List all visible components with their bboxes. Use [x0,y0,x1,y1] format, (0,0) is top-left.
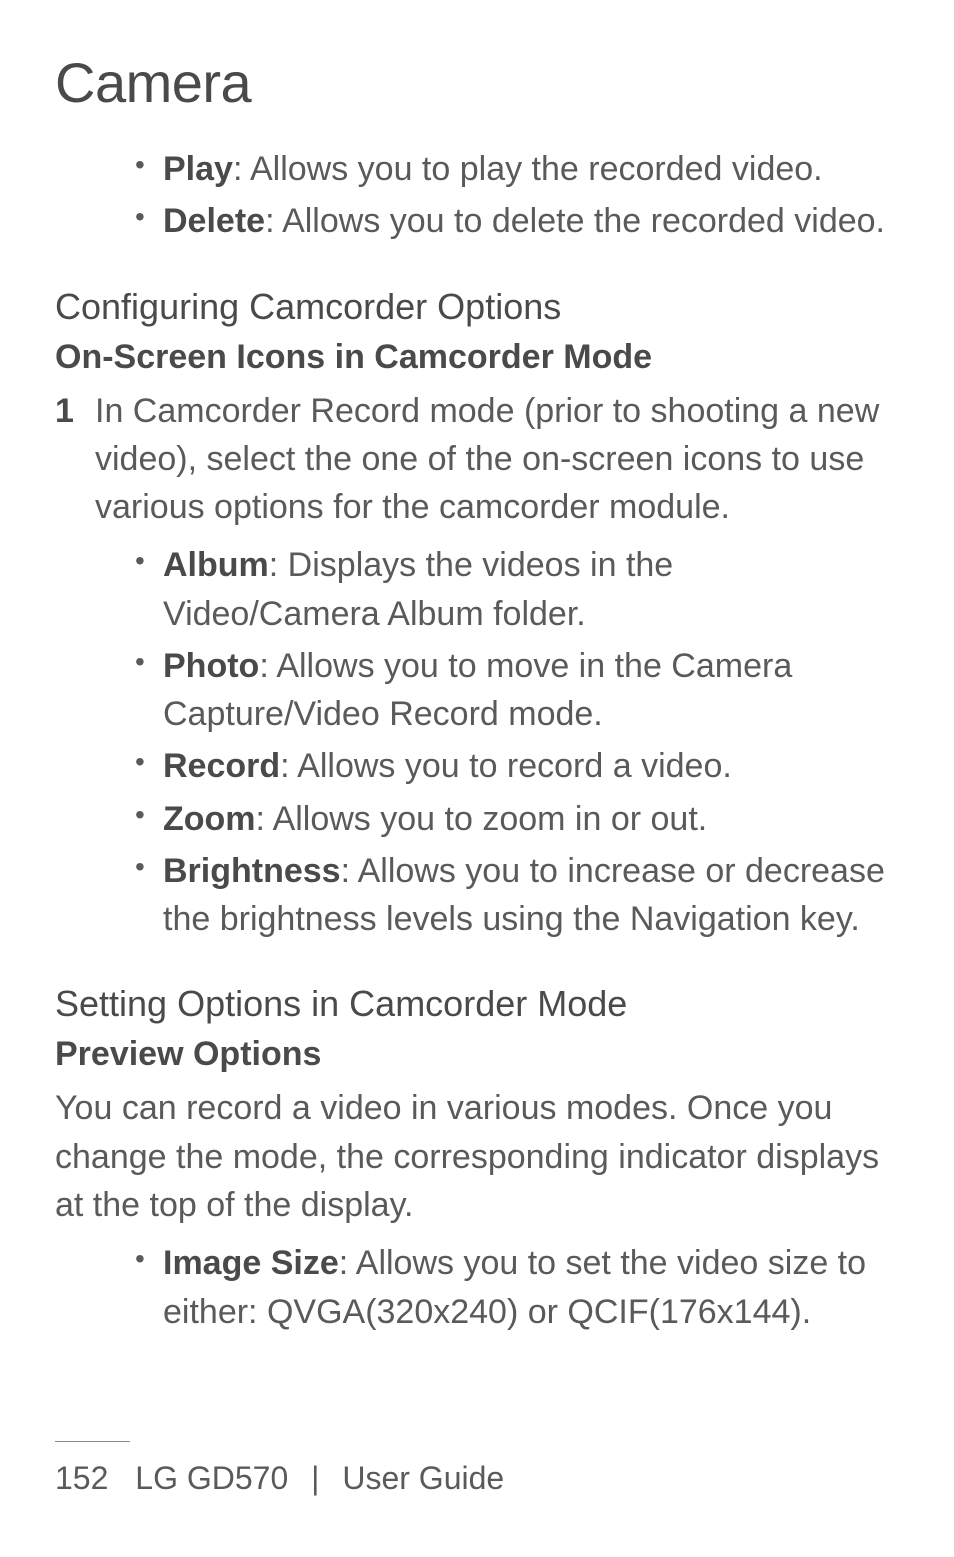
sub-heading: Preview Options [55,1035,894,1074]
bullet-text: : Allows you to play the recorded video. [233,150,823,188]
bullet-text: : Allows you to record a video. [280,747,732,785]
list-item: Zoom: Allows you to zoom in or out. [135,795,894,843]
footer-divider: | [311,1460,319,1496]
list-item: Record: Allows you to record a video. [135,742,894,790]
step-number: 1 [55,387,74,435]
page-footer: 152 LG GD570 | User Guide [55,1441,894,1497]
bullet-label: Album [163,546,269,584]
page-title: Camera [55,50,894,115]
numbered-step: 1 In Camcorder Record mode (prior to sho… [55,387,894,532]
list-item: Delete: Allows you to delete the recorde… [135,197,894,245]
list-item: Play: Allows you to play the recorded vi… [135,145,894,193]
section-heading: Setting Options in Camcorder Mode [55,983,894,1025]
bullet-label: Zoom [163,800,256,838]
footer-guide: User Guide [342,1460,504,1496]
bullet-label: Delete [163,202,265,240]
top-bullet-list: Play: Allows you to play the recorded vi… [55,145,894,246]
list-item: Photo: Allows you to move in the Camera … [135,642,894,739]
step-text: In Camcorder Record mode (prior to shoot… [95,392,879,527]
section-heading: Configuring Camcorder Options [55,286,894,328]
bullet-label: Photo [163,647,259,685]
footer-text: 152 LG GD570 | User Guide [55,1460,894,1497]
bullet-label: Image Size [163,1244,339,1282]
section2-bullet-list: Image Size: Allows you to set the video … [55,1239,894,1336]
page-content: Camera Play: Allows you to play the reco… [0,0,954,1557]
sub-heading: On-Screen Icons in Camcorder Mode [55,338,894,377]
bullet-text: : Allows you to delete the recorded vide… [265,202,885,240]
bullet-label: Record [163,747,280,785]
footer-rule [55,1441,130,1442]
list-item: Brightness: Allows you to increase or de… [135,847,894,944]
list-item: Album: Displays the videos in the Video/… [135,541,894,638]
page-number: 152 [55,1460,108,1496]
bullet-text: : Allows you to zoom in or out. [256,800,708,838]
footer-product: LG GD570 [135,1460,288,1496]
bullet-label: Play [163,150,233,188]
body-paragraph: You can record a video in various modes.… [55,1084,894,1229]
section1-bullet-list: Album: Displays the videos in the Video/… [55,541,894,943]
list-item: Image Size: Allows you to set the video … [135,1239,894,1336]
bullet-label: Brightness [163,852,341,890]
